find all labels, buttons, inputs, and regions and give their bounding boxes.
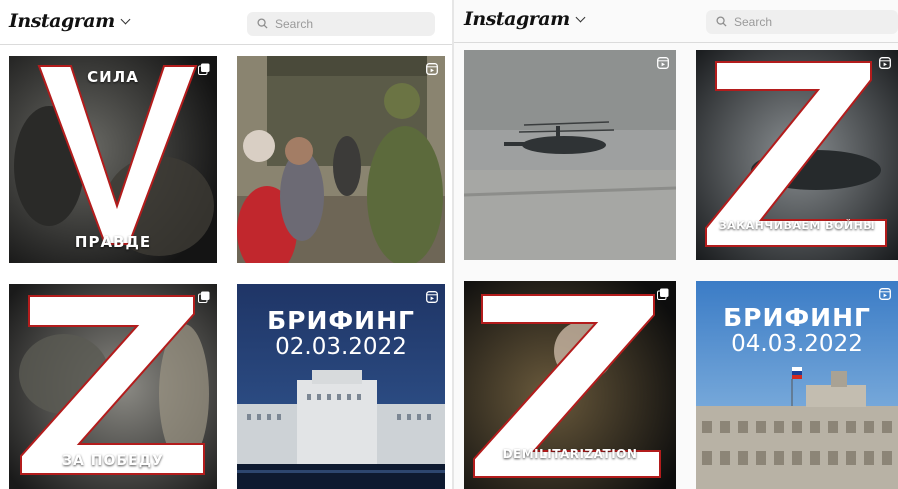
carousel-icon (198, 291, 210, 303)
post-tile-photo-soldiers[interactable] (237, 56, 445, 263)
briefing-date: 04.03.2022 (731, 331, 863, 357)
post-tile-zakanchivaem-voyny[interactable]: ЗАКАНЧИВАЕМ ВОЙНЫ (696, 50, 898, 260)
post-tile-za-pobedu[interactable]: ЗА ПОБЕДУ (9, 284, 217, 489)
search-icon (716, 16, 727, 27)
chevron-down-icon[interactable] (575, 12, 586, 23)
header-divider (0, 44, 452, 45)
carousel-icon (657, 288, 669, 300)
caption-bottom: ЗА ПОБЕДУ (62, 453, 164, 469)
top-bar: Instagram (0, 0, 452, 44)
post-image (9, 56, 217, 263)
header-divider (454, 42, 898, 43)
top-bar: Instagram (454, 0, 898, 44)
instagram-panel-left: Instagram СИЛА ПРАВДЕ (0, 0, 452, 489)
post-tile-briefing-0203[interactable]: БРИФИНГ 02.03.2022 (237, 284, 445, 489)
reel-icon (426, 63, 438, 75)
briefing-title: БРИФИНГ (267, 306, 415, 335)
briefing-date: 02.03.2022 (275, 334, 407, 360)
reel-icon (657, 57, 669, 69)
briefing-title: БРИФИНГ (723, 303, 871, 332)
caption-bottom: DEMILITARIZATION (502, 447, 638, 461)
carousel-icon (198, 63, 210, 75)
chevron-down-icon[interactable] (120, 14, 131, 25)
post-tile-helicopter[interactable] (464, 50, 676, 260)
search-input[interactable] (734, 10, 854, 34)
reel-icon (426, 291, 438, 303)
caption-bottom: ПРАВДЕ (74, 233, 152, 251)
post-tile-demilitarization[interactable]: DEMILITARIZATION (464, 281, 676, 489)
post-tile-briefing-0403[interactable]: БРИФИНГ 04.03.2022 (696, 281, 898, 489)
instagram-logo[interactable]: Instagram (9, 10, 131, 32)
post-image (464, 50, 676, 260)
search-box[interactable] (706, 10, 898, 34)
caption-bottom: ЗАКАНЧИВАЕМ ВОЙНЫ (718, 219, 876, 232)
reel-icon (879, 57, 891, 69)
search-input[interactable] (275, 12, 395, 36)
post-image (237, 56, 445, 263)
instagram-logo[interactable]: Instagram (464, 8, 586, 30)
reel-icon (879, 288, 891, 300)
instagram-panel-right: Instagram ЗАКАНЧИВАЕМ ВОЙНЫ (454, 0, 898, 489)
search-icon (257, 18, 268, 29)
post-tile-sila-pravde[interactable]: СИЛА ПРАВДЕ (9, 56, 217, 263)
search-box[interactable] (247, 12, 435, 36)
caption-top: СИЛА (87, 68, 139, 86)
